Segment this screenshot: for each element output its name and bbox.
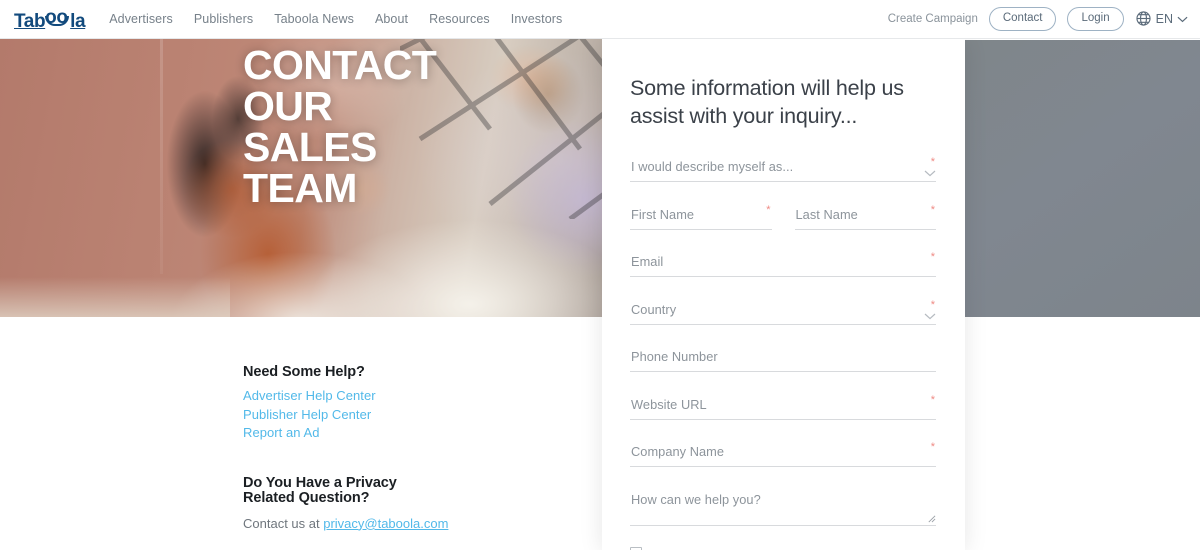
- field-country[interactable]: Country *: [630, 298, 936, 325]
- field-phone-number[interactable]: Phone Number: [630, 347, 936, 372]
- field-website-url[interactable]: Website URL *: [630, 393, 936, 420]
- privacy-email-link[interactable]: privacy@taboola.com: [323, 516, 448, 531]
- privacy-section: Do You Have a Privacy Related Question? …: [243, 474, 602, 531]
- left-content-section: Need Some Help? Advertiser Help Center P…: [0, 317, 602, 531]
- nav-item-advertisers[interactable]: Advertisers: [109, 12, 173, 26]
- hero-title-line-1: CONTACT: [243, 42, 437, 88]
- logo-smile-icon: oo: [45, 8, 70, 27]
- field-company-name[interactable]: Company Name *: [630, 442, 936, 467]
- form-title: Some information will help us assist wit…: [630, 76, 904, 128]
- logo-text-before: Tab: [14, 10, 46, 32]
- login-button[interactable]: Login: [1067, 7, 1124, 31]
- name-row: First Name * Last Name *: [630, 203, 936, 253]
- taboola-logo[interactable]: Tab oo la: [14, 8, 86, 32]
- privacy-contact-line: Contact us at privacy@taboola.com: [243, 516, 602, 531]
- last-name-label: Last Name: [795, 206, 858, 222]
- country-label: Country: [631, 301, 677, 317]
- describe-myself-required-marker: *: [930, 156, 935, 168]
- nav-item-about[interactable]: About: [375, 12, 408, 26]
- hero-title-line-4: TEAM: [243, 165, 357, 211]
- help-heading: Need Some Help?: [243, 364, 365, 380]
- field-message[interactable]: How can we help you?: [630, 490, 936, 526]
- message-label: How can we help you?: [631, 491, 761, 507]
- contact-form-card: Some information will help us assist wit…: [602, 39, 965, 550]
- nav-item-resources[interactable]: Resources: [429, 12, 490, 26]
- hero-wall-corner: [160, 39, 163, 274]
- main-nav: Advertisers Publishers Taboola News Abou…: [109, 12, 562, 26]
- phone-number-label: Phone Number: [631, 349, 718, 364]
- first-name-label: First Name: [631, 206, 695, 222]
- company-name-required-marker: *: [930, 441, 935, 453]
- hero-side-block: [965, 40, 1200, 317]
- nav-item-investors[interactable]: Investors: [511, 12, 563, 26]
- country-required-marker: *: [930, 298, 935, 311]
- field-first-name[interactable]: First Name *: [630, 203, 772, 230]
- privacy-heading: Do You Have a Privacy Related Question?: [243, 474, 397, 507]
- site-header: Tab oo la Advertisers Publishers Taboola…: [0, 0, 1200, 39]
- language-selector[interactable]: EN: [1135, 10, 1188, 27]
- resize-handle-icon[interactable]: [927, 514, 936, 523]
- nav-item-taboola-news[interactable]: Taboola News: [274, 12, 354, 26]
- advertiser-help-center-link[interactable]: Advertiser Help Center: [243, 387, 602, 406]
- describe-myself-label: I would describe myself as...: [631, 159, 794, 174]
- globe-icon: [1136, 11, 1151, 27]
- consent-row[interactable]: [630, 546, 936, 550]
- company-name-label: Company Name: [631, 444, 725, 459]
- privacy-contact-prefix: Contact us at: [243, 515, 324, 531]
- report-an-ad-link[interactable]: Report an Ad: [243, 424, 602, 443]
- field-last-name[interactable]: Last Name *: [794, 203, 936, 230]
- first-name-required-marker: *: [766, 203, 771, 216]
- hero-title-line-2: OUR: [243, 83, 333, 129]
- hero-title-line-3: SALES: [243, 124, 377, 170]
- chevron-down-icon: [1177, 16, 1188, 23]
- email-label: Email: [631, 254, 664, 269]
- field-email[interactable]: Email *: [630, 252, 936, 277]
- field-describe-myself[interactable]: I would describe myself as... *: [630, 157, 936, 182]
- nav-item-publishers[interactable]: Publishers: [194, 12, 253, 26]
- consent-checkbox[interactable]: [630, 546, 642, 550]
- email-required-marker: *: [930, 251, 935, 263]
- last-name-required-marker: *: [930, 203, 935, 216]
- website-url-required-marker: *: [930, 393, 935, 406]
- chevron-down-icon: [924, 313, 936, 319]
- hero-title: CONTACT OUR SALES TEAM: [243, 42, 437, 211]
- create-campaign-link[interactable]: Create Campaign: [888, 13, 978, 25]
- logo-text-after: la: [70, 10, 86, 32]
- hero-floor: [0, 277, 230, 317]
- language-label: EN: [1155, 11, 1173, 26]
- header-actions: Create Campaign Contact Login EN: [888, 7, 1188, 31]
- website-url-label: Website URL: [631, 396, 707, 412]
- chevron-down-icon: [924, 170, 936, 177]
- contact-button[interactable]: Contact: [988, 7, 1057, 31]
- publisher-help-center-link[interactable]: Publisher Help Center: [243, 406, 602, 425]
